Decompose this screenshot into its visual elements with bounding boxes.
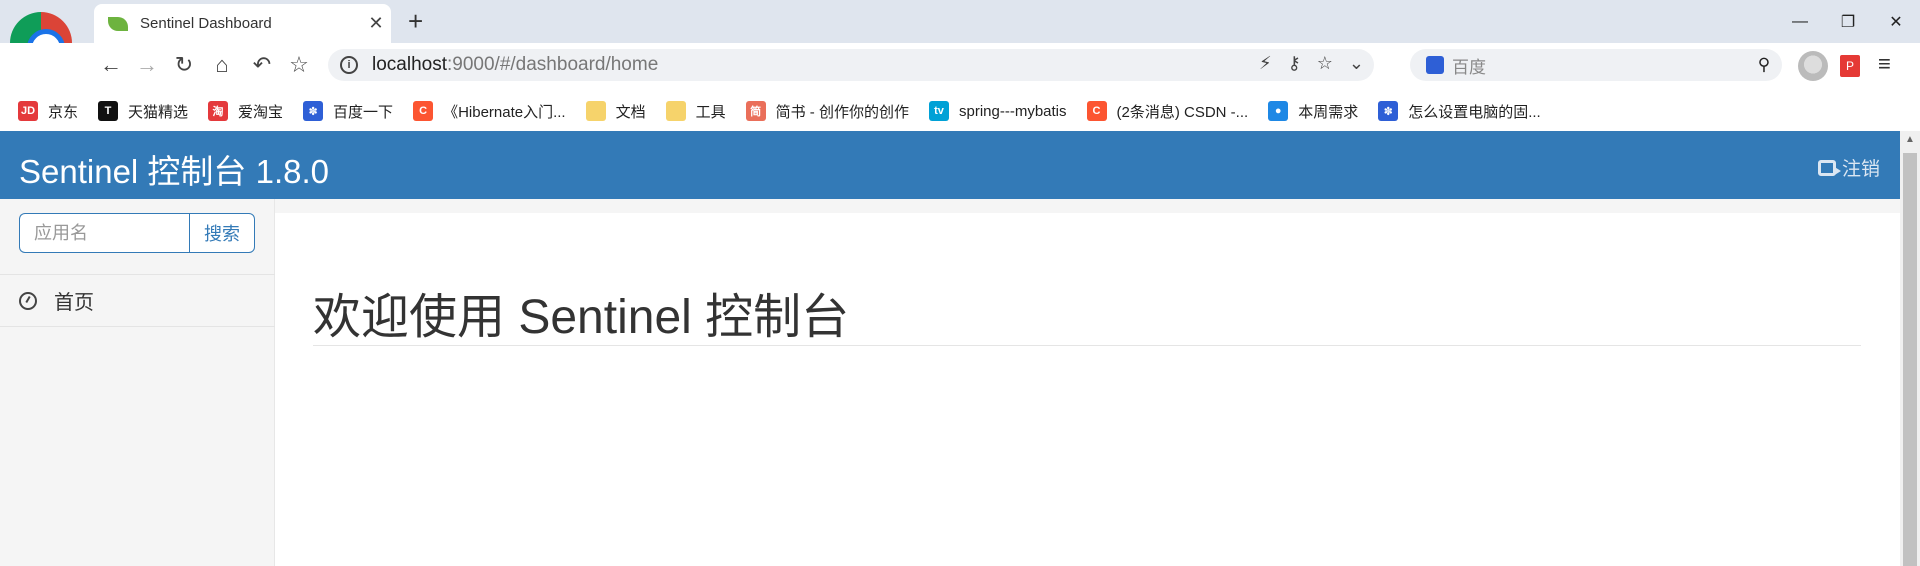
tab-strip: Sentinel Dashboard ✕ + — ❐ ✕ (0, 0, 1920, 74)
window-controls: — ❐ ✕ (1776, 0, 1920, 43)
bookmark-item[interactable]: ✽ 怎么设置电脑的固... (1378, 101, 1541, 122)
bookmark-label: 爱淘宝 (238, 103, 284, 121)
close-window-button[interactable]: ✕ (1872, 0, 1920, 43)
logout-link[interactable]: 注销 (1817, 154, 1880, 181)
search-engine-box[interactable]: 百度 ⚲ (1410, 49, 1782, 81)
bookmark-item[interactable]: 淘爱淘宝 (208, 101, 283, 122)
main-top-gutter (275, 199, 1900, 213)
scrollbar-thumb[interactable] (1903, 153, 1917, 566)
baidu-icon (1426, 56, 1444, 74)
app-header: Sentinel 控制台 1.8.0 注销 (0, 131, 1900, 199)
bookmark-label: 天猫精选 (128, 103, 189, 121)
bookmark-favicon-icon: C (413, 101, 434, 121)
sidebar-item-label: 首页 (54, 292, 94, 314)
browser-chrome: Sentinel Dashboard ✕ + — ❐ ✕ ← → ↻ ⌂ ↶ ☆… (0, 0, 1920, 131)
bookmark-label: 文档 (615, 103, 646, 121)
bookmark-label: (2条消息) CSDN -... (1116, 103, 1249, 121)
reload-icon[interactable]: ↻ (168, 49, 200, 81)
brand-title[interactable]: Sentinel 控制台 1.8.0 (19, 145, 329, 193)
bookmark-favicon-icon: ● (1268, 101, 1289, 121)
page-scrollbar[interactable]: ▲ (1900, 131, 1920, 566)
welcome-heading: 欢迎使用 Sentinel 控制台 (313, 291, 850, 344)
bookmark-item[interactable]: T 天猫精选 (98, 101, 188, 122)
chevron-down-icon[interactable]: ⌄ (1349, 53, 1364, 74)
bookmark-favicon-icon: tv (928, 101, 949, 121)
back-arrow-icon[interactable]: ← (95, 49, 127, 81)
undo-icon[interactable]: ↶ (246, 49, 278, 81)
bookmark-favicon-icon: T (98, 101, 119, 121)
dashboard-icon (19, 291, 37, 310)
bookmark-favicon-icon: ✽ (1378, 101, 1399, 121)
app-name-input[interactable] (19, 213, 189, 253)
bookmark-item[interactable]: C (2条消息) CSDN -... (1086, 101, 1249, 122)
search-icon[interactable]: ⚲ (1746, 55, 1782, 75)
sidebar-item-home[interactable]: 首页 (0, 275, 275, 327)
leaf-icon (108, 16, 128, 31)
bookmark-item[interactable]: 文档 (585, 101, 646, 122)
app-search-group: 搜索 (19, 213, 255, 253)
bookmark-item[interactable]: JD 京东 (18, 101, 78, 122)
bookmark-favicon-icon: 简 (745, 101, 766, 121)
restore-button[interactable]: ❐ (1824, 0, 1872, 43)
scroll-up-arrow-icon[interactable]: ▲ (1900, 131, 1920, 149)
tab-close-icon[interactable]: ✕ (361, 13, 391, 34)
bookmark-item[interactable]: tv spring---mybatis (928, 101, 1067, 121)
tab-title: Sentinel Dashboard (140, 15, 272, 32)
bookmark-label: spring---mybatis (958, 102, 1067, 120)
logout-label: 注销 (1841, 159, 1880, 180)
bookmark-item[interactable]: C 《Hibernate入门... (413, 101, 566, 122)
bookmark-item[interactable]: 工具 (665, 101, 726, 122)
lightning-icon[interactable]: ⚡ (1259, 53, 1272, 74)
main-content: 欢迎使用 Sentinel 控制台 (275, 213, 1900, 566)
address-bar[interactable]: i localhost:9000/#/dashboard/home ⚡ ⚷ ☆ … (328, 49, 1374, 81)
bookmark-favicon-icon: 淘 (208, 101, 229, 121)
navigation-bar: ← → ↻ ⌂ ↶ ☆ i localhost:9000/#/dashboard… (0, 43, 1920, 87)
url-text[interactable]: localhost:9000/#/dashboard/home (372, 54, 658, 76)
search-button[interactable]: 搜索 (189, 213, 255, 253)
address-bar-actions: ⚡ ⚷ ☆ ⌄ (1259, 53, 1364, 74)
tab-sentinel-dashboard[interactable]: Sentinel Dashboard ✕ (94, 4, 391, 43)
site-info-icon[interactable]: i (340, 56, 358, 74)
bookmark-label: 简书 - 创作你的创作 (775, 103, 909, 121)
star-icon[interactable]: ☆ (1317, 53, 1333, 74)
bookmark-label: 工具 (695, 103, 726, 121)
bookmark-label: 百度一下 (333, 103, 394, 121)
bookmark-label: 本周需求 (1298, 103, 1359, 121)
bookmark-item[interactable]: ● 本周需求 (1268, 101, 1358, 122)
bookmark-label: 京东 (48, 103, 79, 121)
bookmark-favicon-icon: C (1086, 101, 1107, 121)
bookmark-favicon-icon: JD (18, 101, 38, 121)
pdf-extension-icon[interactable]: P (1840, 55, 1860, 77)
search-engine-placeholder: 百度 (1452, 57, 1486, 77)
bookmark-item[interactable]: ✽ 百度一下 (303, 101, 393, 122)
bookmark-label: 怎么设置电脑的固... (1408, 103, 1541, 121)
url-host: localhost (372, 54, 447, 75)
logout-icon (1817, 159, 1841, 176)
bookmark-favicon-icon (585, 101, 606, 121)
key-icon[interactable]: ⚷ (1288, 53, 1301, 74)
sentinel-page: Sentinel 控制台 1.8.0 注销 搜索 首页 欢迎使用 Sentine… (0, 131, 1900, 566)
url-path: :9000/#/dashboard/home (447, 54, 659, 75)
forward-arrow-icon[interactable]: → (131, 49, 163, 81)
new-tab-button[interactable]: + (408, 6, 423, 37)
bookmark-favicon-icon (665, 101, 686, 121)
home-icon[interactable]: ⌂ (206, 49, 238, 81)
menu-icon[interactable]: ≡ (1878, 51, 1891, 77)
bookmark-favicon-icon: ✽ (303, 101, 324, 121)
minimize-button[interactable]: — (1776, 0, 1824, 43)
bookmarks-bar: JD 京东 T 天猫精选 淘爱淘宝 ✽ 百度一下 C 《Hibernate入门... 文档 工具 简简… (0, 96, 1920, 126)
bookmark-label: 《Hibernate入门... (443, 103, 566, 121)
bookmark-star-icon[interactable]: ☆ (283, 49, 315, 81)
bookmark-item[interactable]: 简简书 - 创作你的创作 (745, 101, 909, 122)
heading-divider (313, 345, 1861, 346)
sidebar: 搜索 首页 (0, 199, 275, 566)
profile-avatar-icon[interactable] (1798, 51, 1828, 81)
